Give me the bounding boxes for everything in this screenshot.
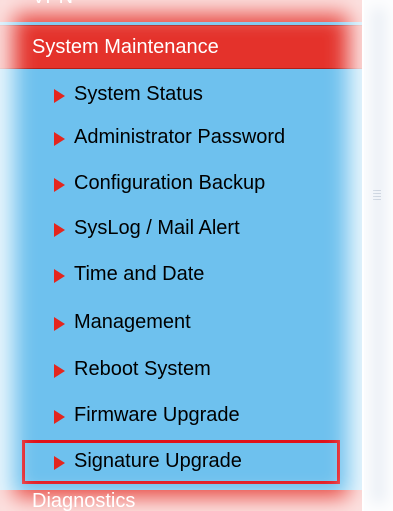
menu-item-label: Firmware Upgrade	[74, 404, 240, 426]
menu-item-label: Management	[74, 311, 191, 333]
menu-item-time-and-date[interactable]: Time and Date	[0, 254, 362, 298]
triangle-right-icon	[54, 364, 65, 378]
menu-section-diagnostics-cut[interactable]: Diagnostics	[0, 490, 362, 511]
menu-section-system-maintenance[interactable]: System Maintenance	[0, 25, 362, 69]
triangle-right-icon	[54, 178, 65, 192]
grip-lines-icon[interactable]	[373, 190, 381, 202]
menu-item-administrator-password[interactable]: Administrator Password	[0, 117, 362, 161]
vertical-scrollbar[interactable]	[364, 0, 393, 511]
triangle-right-icon	[54, 410, 65, 424]
menu-item-syslog-mail-alert[interactable]: SysLog / Mail Alert	[0, 208, 362, 252]
sidebar-menu: VPN System Maintenance System Status Adm…	[0, 0, 362, 511]
menu-item-firmware-upgrade[interactable]: Firmware Upgrade	[0, 395, 362, 439]
menu-item-configuration-backup[interactable]: Configuration Backup	[0, 163, 362, 207]
triangle-right-icon	[54, 317, 65, 331]
menu-item-label: Administrator Password	[74, 126, 286, 148]
menu-item-reboot-system[interactable]: Reboot System	[0, 349, 362, 393]
triangle-right-icon	[54, 132, 65, 146]
section-title: System Maintenance	[32, 36, 219, 58]
triangle-right-icon	[54, 89, 65, 103]
menu-section-vpn-cut[interactable]: VPN	[0, 0, 362, 22]
highlight-box	[22, 440, 340, 484]
menu-section-vpn-label: VPN	[32, 0, 73, 9]
menu-item-label: System Status	[74, 83, 203, 105]
triangle-right-icon	[54, 269, 65, 283]
menu-section-diagnostics-label: Diagnostics	[32, 490, 136, 511]
menu-item-label: Time and Date	[74, 263, 205, 285]
menu-item-management[interactable]: Management	[0, 302, 362, 346]
menu-item-label: SysLog / Mail Alert	[74, 217, 240, 239]
menu-item-label: Reboot System	[74, 358, 211, 380]
menu-item-label: Configuration Backup	[74, 172, 266, 194]
menu-item-system-status[interactable]: System Status	[0, 74, 362, 118]
triangle-right-icon	[54, 223, 65, 237]
